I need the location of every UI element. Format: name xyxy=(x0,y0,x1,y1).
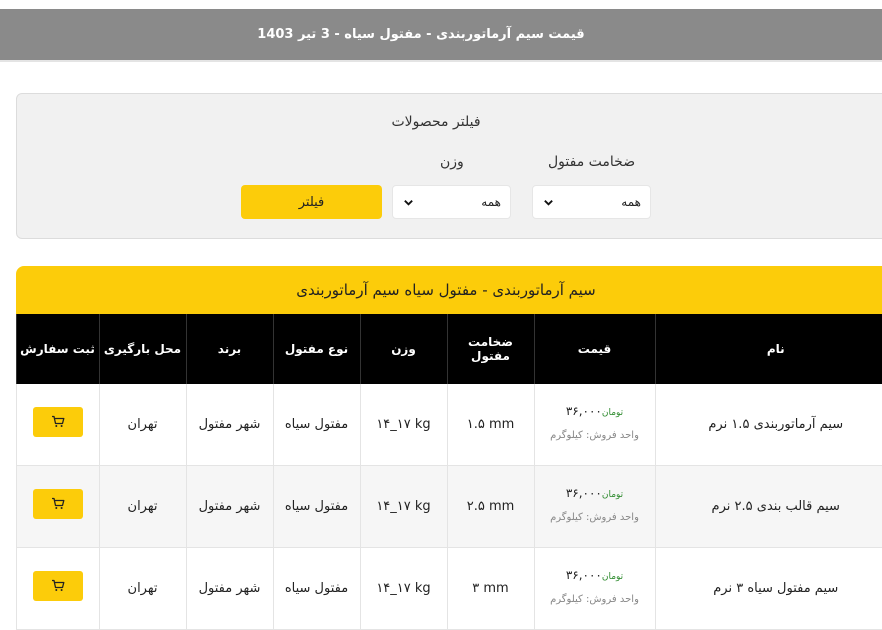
column-header-thickness: ضخامت مفتول xyxy=(447,314,534,384)
product-weight: ۱۴_۱۷ kg xyxy=(360,466,447,548)
page-title: قیمت سیم آرماتوربندی - مفتول سیاه - 3 تی… xyxy=(257,27,584,42)
add-to-cart-button[interactable] xyxy=(33,489,83,519)
column-header-price: قیمت xyxy=(534,314,655,384)
add-to-cart-button[interactable] xyxy=(33,407,83,437)
product-location: تهران xyxy=(99,384,186,466)
product-price-cell: تومان۳۶,۰۰۰ واحد فروش: کیلوگرم xyxy=(534,466,655,548)
product-name[interactable]: سیم قالب بندی ۲.۵ نرم xyxy=(655,466,882,548)
thickness-label: ضخامت مفتول xyxy=(548,154,635,170)
chevron-down-icon xyxy=(403,197,414,208)
cart-icon xyxy=(51,415,65,428)
cart-icon xyxy=(51,579,65,592)
products-section: سیم آرماتوربندی - مفتول سیاه سیم آرماتور… xyxy=(16,266,882,630)
thickness-select-value: همه xyxy=(621,195,641,209)
product-thickness: ۳ mm xyxy=(447,548,534,630)
product-type: مفتول سیاه xyxy=(273,384,360,466)
price-unit: واحد فروش: کیلوگرم xyxy=(535,430,655,441)
page-header: قیمت سیم آرماتوربندی - مفتول سیاه - 3 تی… xyxy=(0,9,882,62)
product-brand: شهر مفتول xyxy=(186,384,273,466)
product-name[interactable]: سیم مفتول سیاه ۳ نرم xyxy=(655,548,882,630)
top-strip xyxy=(0,0,882,9)
column-header-location: محل بارگیری xyxy=(99,314,186,384)
product-type: مفتول سیاه xyxy=(273,466,360,548)
filter-panel: فیلتر محصولات ضخامت مفتول وزن همه همه فی… xyxy=(16,93,882,239)
table-row: سیم قالب بندی ۲.۵ نرم تومان۳۶,۰۰۰ واحد ف… xyxy=(16,466,882,548)
column-header-name: نام xyxy=(655,314,882,384)
column-header-type: نوع مفتول xyxy=(273,314,360,384)
product-location: تهران xyxy=(99,466,186,548)
table-row: سیم مفتول سیاه ۳ نرم تومان۳۶,۰۰۰ واحد فر… xyxy=(16,548,882,630)
price-currency: تومان xyxy=(602,490,623,500)
column-header-order: ثبت سفارش xyxy=(16,314,99,384)
add-to-cart-button[interactable] xyxy=(33,571,83,601)
products-table: نام قیمت ضخامت مفتول وزن نوع مفتول برند … xyxy=(16,314,882,630)
weight-select-value: همه xyxy=(481,195,501,209)
product-price-cell: تومان۳۶,۰۰۰ واحد فروش: کیلوگرم xyxy=(534,384,655,466)
product-order-cell xyxy=(16,384,99,466)
price-amount: ۳۶,۰۰۰ xyxy=(566,486,602,500)
product-weight: ۱۴_۱۷ kg xyxy=(360,548,447,630)
product-type: مفتول سیاه xyxy=(273,548,360,630)
column-header-weight: وزن xyxy=(360,314,447,384)
product-thickness: ۱.۵ mm xyxy=(447,384,534,466)
price-unit: واحد فروش: کیلوگرم xyxy=(535,512,655,523)
product-thickness: ۲.۵ mm xyxy=(447,466,534,548)
product-brand: شهر مفتول xyxy=(186,466,273,548)
filter-button[interactable]: فیلتر xyxy=(241,185,382,219)
price-unit: واحد فروش: کیلوگرم xyxy=(535,594,655,605)
column-header-brand: برند xyxy=(186,314,273,384)
product-weight: ۱۴_۱۷ kg xyxy=(360,384,447,466)
product-price-cell: تومان۳۶,۰۰۰ واحد فروش: کیلوگرم xyxy=(534,548,655,630)
price-amount: ۳۶,۰۰۰ xyxy=(566,404,602,418)
cart-icon xyxy=(51,497,65,510)
price-amount: ۳۶,۰۰۰ xyxy=(566,568,602,582)
product-brand: شهر مفتول xyxy=(186,548,273,630)
product-location: تهران xyxy=(99,548,186,630)
weight-label: وزن xyxy=(440,154,464,170)
products-banner: سیم آرماتوربندی - مفتول سیاه سیم آرماتور… xyxy=(16,266,882,314)
product-order-cell xyxy=(16,466,99,548)
chevron-down-icon xyxy=(543,197,554,208)
weight-select[interactable]: همه xyxy=(392,185,511,219)
price-currency: تومان xyxy=(602,572,623,582)
product-name[interactable]: سیم آرماتوربندی ۱.۵ نرم xyxy=(655,384,882,466)
table-header-row: نام قیمت ضخامت مفتول وزن نوع مفتول برند … xyxy=(16,314,882,384)
price-currency: تومان xyxy=(602,408,623,418)
filter-title: فیلتر محصولات xyxy=(17,114,882,130)
thickness-select[interactable]: همه xyxy=(532,185,651,219)
table-row: سیم آرماتوربندی ۱.۵ نرم تومان۳۶,۰۰۰ واحد… xyxy=(16,384,882,466)
product-order-cell xyxy=(16,548,99,630)
